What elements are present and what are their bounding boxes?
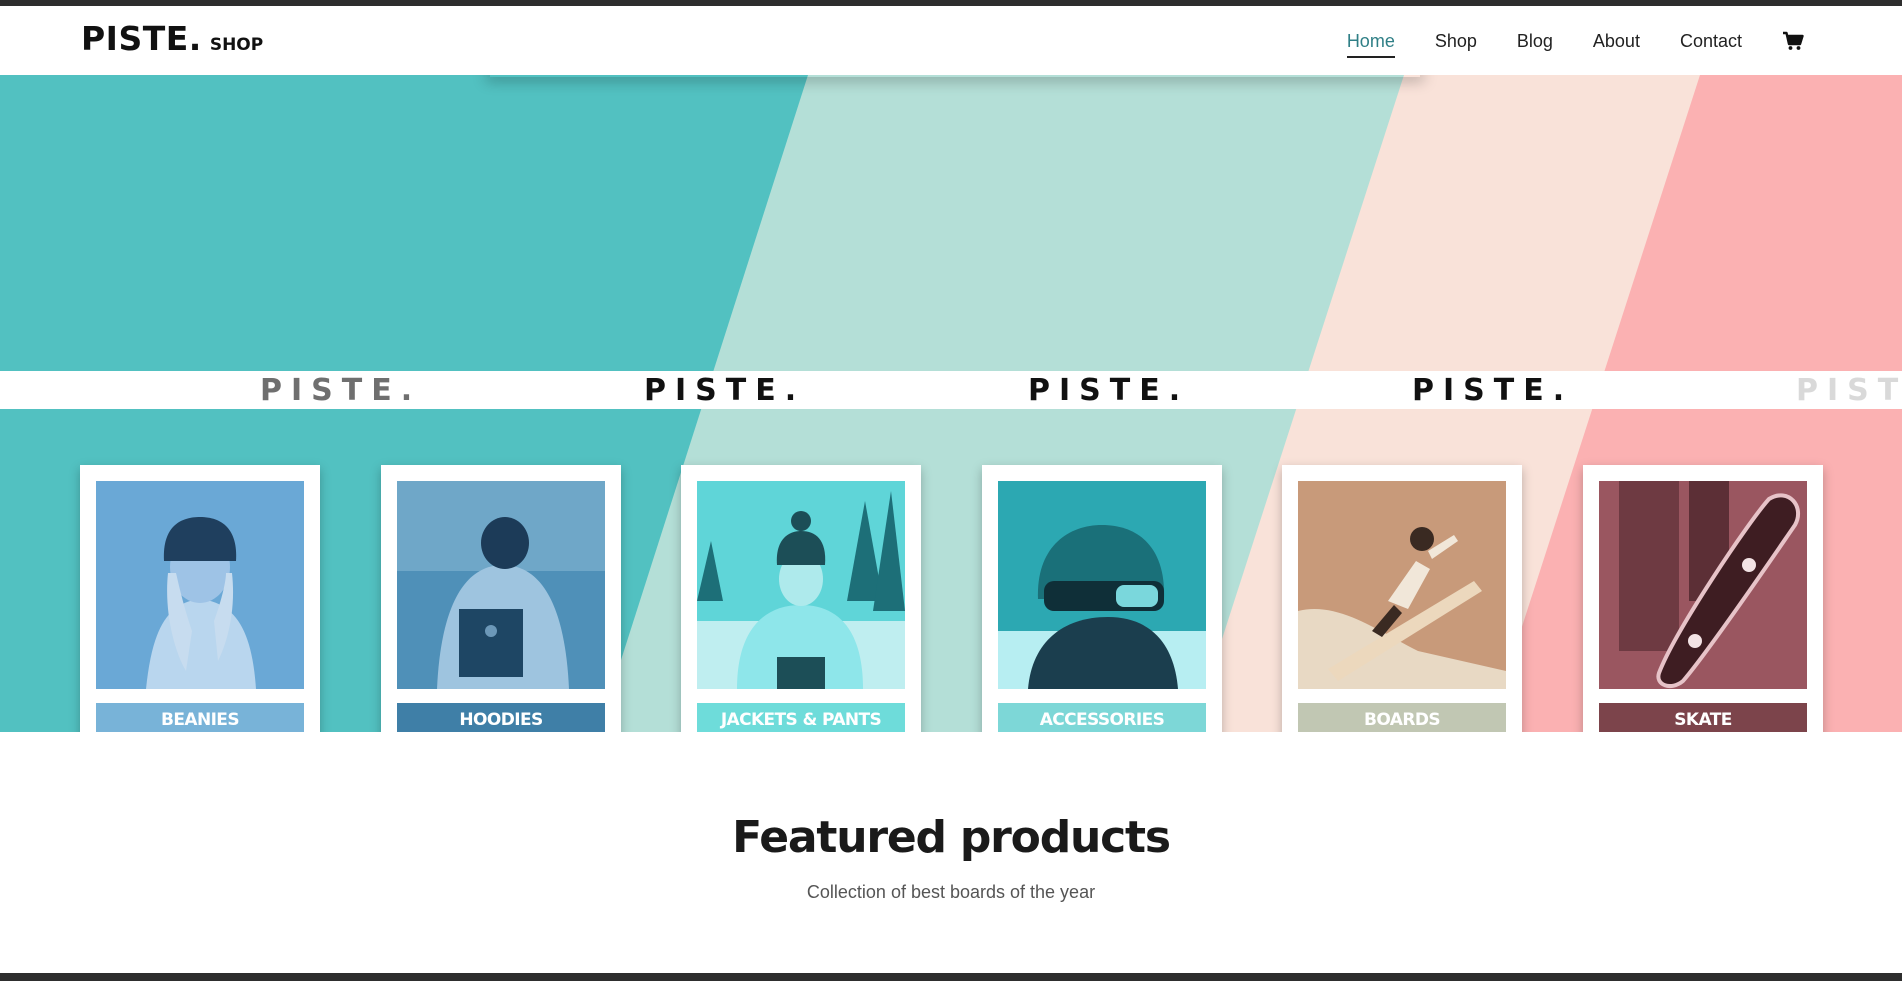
category-card-skate[interactable]: SKATE [1583, 465, 1823, 732]
logo-text: PISTE. [81, 19, 202, 58]
category-image-jackets-pants [697, 481, 905, 689]
category-label: SKATE [1599, 703, 1807, 732]
nav-contact[interactable]: Contact [1680, 30, 1742, 52]
category-label: HOODIES [397, 703, 605, 732]
cart-icon [1783, 31, 1804, 50]
logo-subtext: SHOP [209, 35, 264, 55]
marquee-word: PISTE. [1412, 373, 1574, 408]
nav-home[interactable]: Home [1346, 30, 1395, 58]
category-label: BOARDS [1298, 703, 1506, 732]
marquee-band: PISTE. PISTE. PISTE. PISTE. PISTE. [0, 371, 1902, 409]
category-card-beanies[interactable]: BEANIES [80, 465, 320, 732]
category-image-hoodies [397, 481, 605, 689]
category-cards: BEANIES HOODIES JACKETS & PANTS ACCESSOR… [0, 465, 1902, 732]
hero-section: PISTE. PISTE. PISTE. PISTE. PISTE. BEANI… [0, 75, 1902, 732]
marquee-word: PISTE. [260, 373, 422, 408]
category-image-skate [1599, 481, 1807, 689]
window-bottom-strip [0, 973, 1902, 981]
category-label: ACCESSORIES [998, 703, 1206, 732]
featured-title: Featured products [732, 812, 1171, 863]
marquee-word: PISTE. [1796, 373, 1902, 408]
nav-blog[interactable]: Blog [1517, 30, 1553, 52]
category-label: BEANIES [96, 703, 304, 732]
marquee-word: PISTE. [644, 373, 806, 408]
hero-top-shadow [490, 75, 1420, 77]
category-card-accessories[interactable]: ACCESSORIES [982, 465, 1222, 732]
main-nav: Home Shop Blog About Contact [1307, 30, 1804, 58]
category-card-boards[interactable]: BOARDS [1282, 465, 1522, 732]
nav-shop[interactable]: Shop [1435, 30, 1477, 52]
category-image-beanies [96, 481, 304, 689]
category-card-jackets-pants[interactable]: JACKETS & PANTS [681, 465, 921, 732]
category-card-hoodies[interactable]: HOODIES [381, 465, 621, 732]
site-header: PISTE. SHOP Home Shop Blog About Contact [0, 6, 1902, 75]
marquee-word: PISTE. [1028, 373, 1190, 408]
nav-about[interactable]: About [1593, 30, 1640, 52]
site-logo[interactable]: PISTE. SHOP [81, 19, 263, 58]
category-image-accessories [998, 481, 1206, 689]
cart-button[interactable] [1782, 31, 1804, 51]
category-label: JACKETS & PANTS [697, 703, 905, 732]
featured-subtitle: Collection of best boards of the year [806, 882, 1096, 902]
category-image-boards [1298, 481, 1506, 689]
